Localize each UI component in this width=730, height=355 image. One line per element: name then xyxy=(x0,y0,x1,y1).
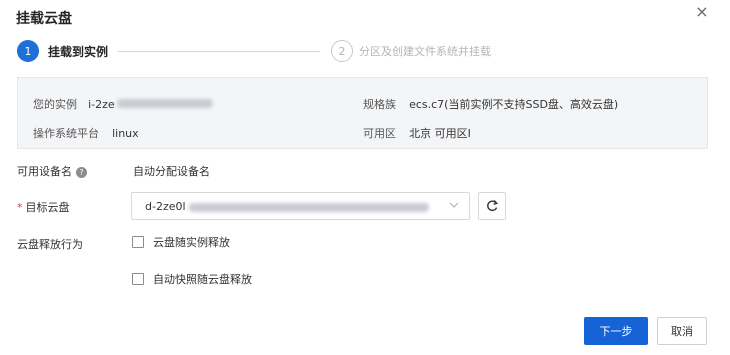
device-name-value: 自动分配设备名 xyxy=(133,165,210,178)
device-name-label-row: 可用设备名? xyxy=(17,163,87,179)
instance-info-panel: 您的实例 i-2ze 规格族 ecs.c7(当前实例不支持SSD盘、高效云盘) … xyxy=(17,77,708,149)
step-1-label: 挂载到实例 xyxy=(48,45,109,59)
dialog-title: 挂载云盘 xyxy=(16,11,72,27)
target-disk-value: d-2ze0l xyxy=(145,200,429,213)
required-mark: * xyxy=(17,201,23,214)
redacted-instance-id xyxy=(116,99,213,108)
release-with-instance-label: 云盘随实例释放 xyxy=(153,236,230,249)
step-1-indicator: 1 xyxy=(17,40,39,62)
release-with-instance-option[interactable]: 云盘随实例释放 xyxy=(132,234,230,250)
target-disk-label-row: * 目标云盘 xyxy=(17,199,70,215)
release-with-instance-checkbox[interactable] xyxy=(132,236,144,248)
snapshot-release-label: 自动快照随云盘释放 xyxy=(153,273,252,286)
release-behavior-label: 云盘释放行为 xyxy=(17,238,83,251)
close-icon[interactable]: × xyxy=(694,2,710,21)
instance-value: i-2ze xyxy=(88,98,115,111)
zone-label: 可用区 xyxy=(363,127,396,140)
instance-label: 您的实例 xyxy=(33,98,77,111)
spec-label: 规格族 xyxy=(363,98,396,111)
step-2-indicator: 2 xyxy=(331,40,353,62)
chevron-down-icon xyxy=(448,199,460,211)
snapshot-release-checkbox[interactable] xyxy=(132,273,144,285)
os-label: 操作系统平台 xyxy=(33,127,99,140)
step-2-label: 分区及创建文件系统并挂载 xyxy=(359,45,491,58)
target-disk-select[interactable]: d-2ze0l xyxy=(131,192,470,220)
snapshot-release-option[interactable]: 自动快照随云盘释放 xyxy=(132,271,252,287)
help-icon[interactable]: ? xyxy=(76,166,87,178)
refresh-icon xyxy=(487,200,498,212)
zone-value: 北京 可用区I xyxy=(409,127,471,140)
refresh-button[interactable] xyxy=(478,192,506,220)
target-disk-label: 目标云盘 xyxy=(25,201,70,214)
redacted-disk-name xyxy=(188,202,429,212)
device-name-label: 可用设备名 xyxy=(17,165,72,178)
next-step-button[interactable]: 下一步 xyxy=(584,317,648,345)
spec-value: ecs.c7(当前实例不支持SSD盘、高效云盘) xyxy=(409,98,619,111)
os-value: linux xyxy=(112,127,139,140)
step-connector xyxy=(118,51,320,52)
cancel-button[interactable]: 取消 xyxy=(657,317,707,345)
